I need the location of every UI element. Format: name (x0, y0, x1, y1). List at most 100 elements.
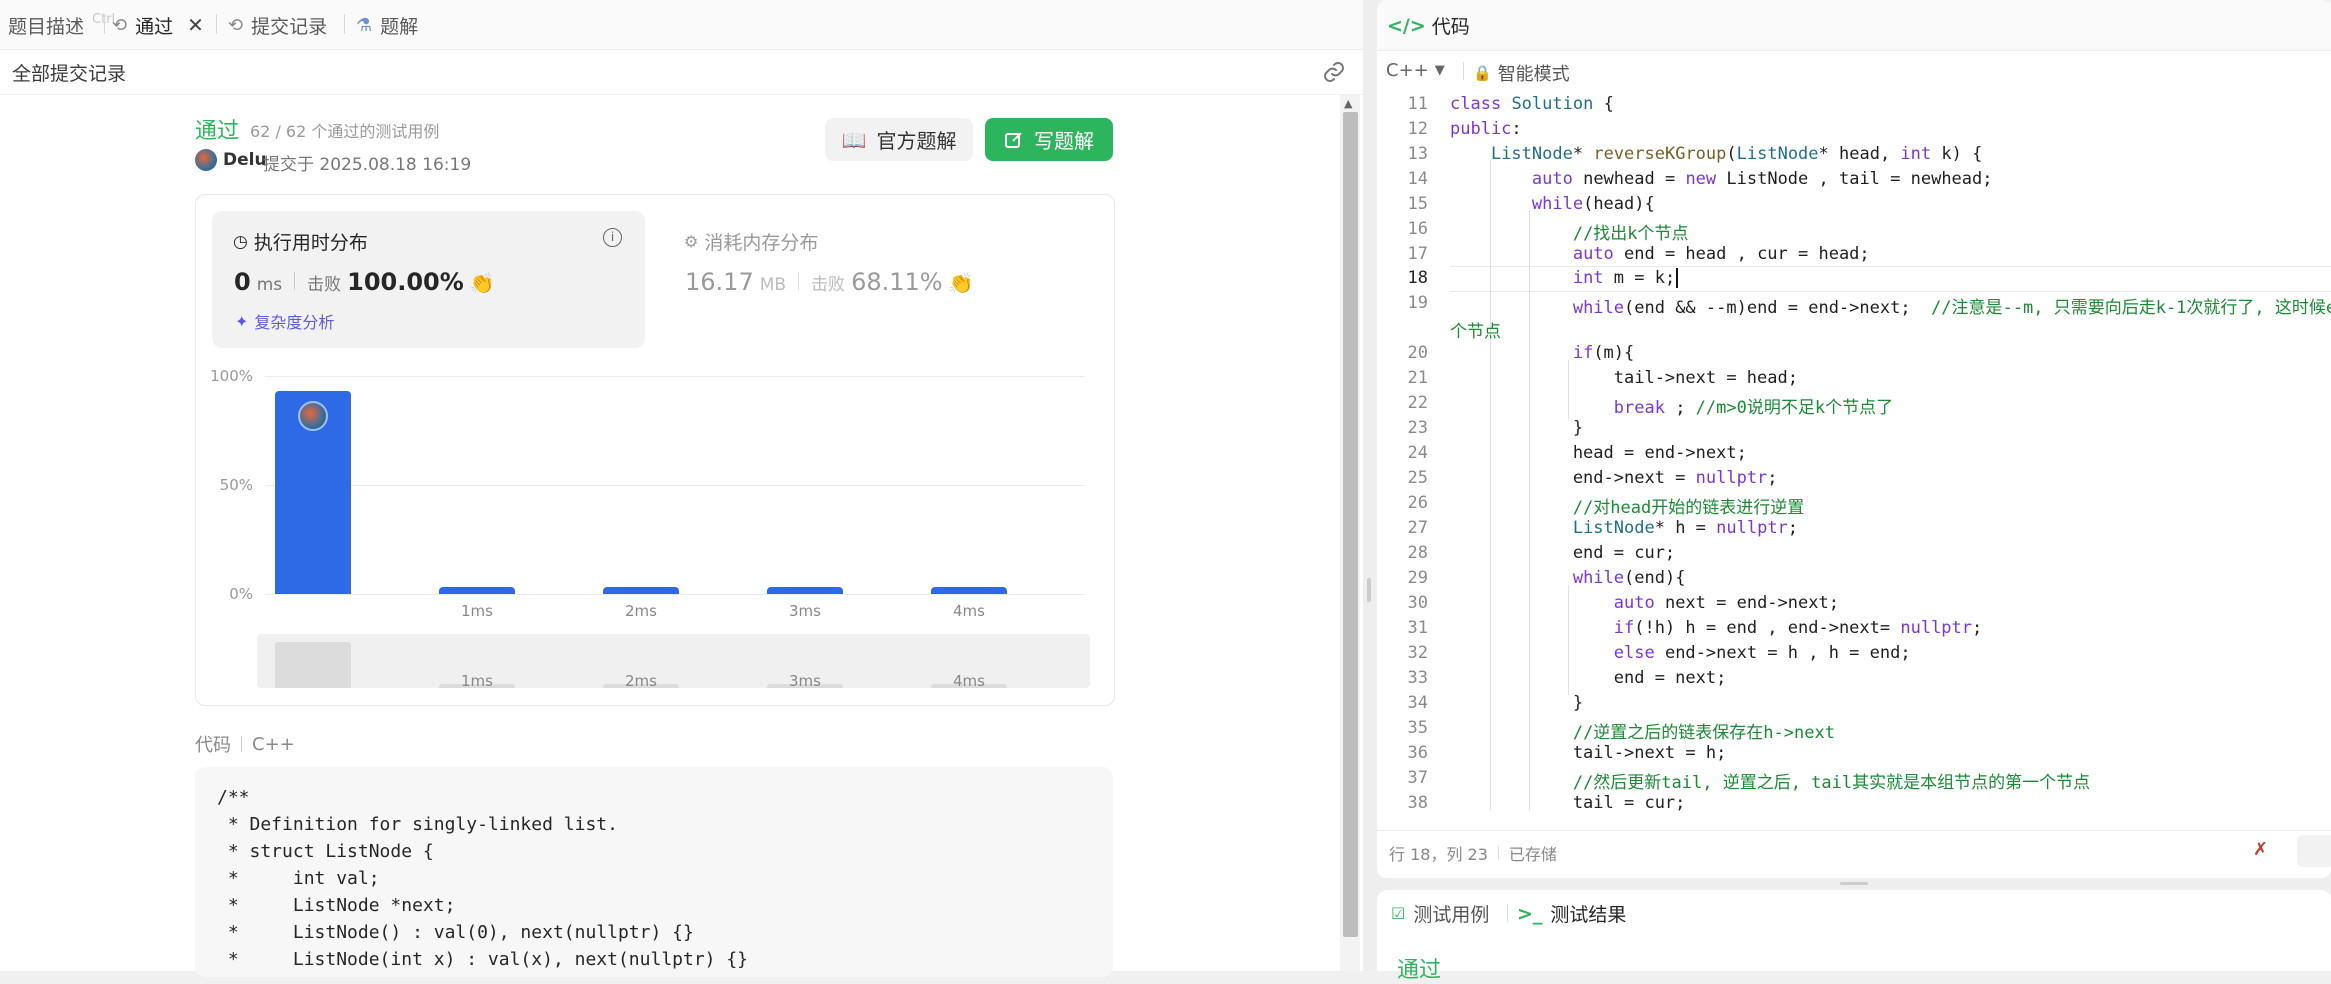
line-number: 22 (1407, 393, 1428, 413)
code-line-20[interactable]: if(m){ (1450, 343, 1634, 363)
line-number: 21 (1407, 368, 1428, 388)
write-solution-button[interactable]: 写题解 (985, 118, 1113, 161)
code-line-35[interactable]: //逆置之后的链表保存在h->next (1450, 718, 1835, 743)
code-line-24[interactable]: head = end->next; (1450, 443, 1747, 463)
tab-separator (104, 14, 105, 34)
code-line-17[interactable]: auto end = head , cur = head; (1450, 244, 1870, 264)
code-line-14[interactable]: auto newhead = new ListNode , tail = new… (1450, 169, 1993, 189)
edit-icon (1005, 131, 1022, 148)
chart-x-tick: 4ms (953, 602, 985, 620)
memory-title[interactable]: ⚙ 消耗内存分布 (684, 228, 818, 255)
horizontal-resize-handle[interactable] (1377, 878, 2331, 890)
link-icon[interactable] (1322, 60, 1346, 84)
code-line-28[interactable]: end = cur; (1450, 543, 1675, 563)
clock-icon: ◷ (233, 231, 248, 252)
chart-bar[interactable] (767, 587, 843, 594)
clap-icon: 👏 (948, 271, 974, 295)
code-line-19[interactable]: while(end && --m)end = end->next; //注意是-… (1450, 293, 2331, 318)
divider (798, 272, 800, 290)
chart-bar[interactable] (439, 587, 515, 594)
line-number: 33 (1407, 668, 1428, 688)
code-line-22[interactable]: break ; //m>0说明不足k个节点了 (1450, 393, 1893, 418)
tab-accepted[interactable]: ⟲ 通过 ✕ (112, 10, 204, 40)
line-number: 23 (1407, 418, 1428, 438)
drag-grip[interactable] (1840, 882, 1868, 885)
chart-bar[interactable] (603, 587, 679, 594)
code-line-18[interactable]: int m = k; (1450, 268, 1679, 288)
info-icon[interactable]: i (603, 228, 622, 247)
username[interactable]: Delu (223, 150, 267, 170)
console-panel: ☑ 测试用例 >_ 测试结果 通过 (1377, 890, 2331, 983)
line-number: 16 (1407, 219, 1428, 239)
memory-unit: MB (759, 275, 787, 295)
code-line-34[interactable]: } (1450, 693, 1583, 713)
submitted-code-block[interactable]: /** * Definition for singly-linked list.… (195, 767, 1113, 977)
mode-label: 智能模式 (1497, 64, 1570, 85)
chart-bar[interactable] (931, 587, 1007, 594)
divider (241, 736, 242, 752)
language-value: C++ (1386, 60, 1429, 81)
line-number: 26 (1407, 493, 1428, 513)
line-number: 15 (1407, 194, 1428, 214)
tab-submissions[interactable]: ⟲ 提交记录 (228, 10, 327, 40)
history-icon: ⟲ (228, 14, 244, 36)
scroll-up-arrow[interactable]: ▲ (1344, 97, 1352, 110)
code-line-37[interactable]: //然后更新tail, 逆置之后, tail其实就是本组节点的第一个节点 (1450, 768, 2090, 793)
code-line-13[interactable]: ListNode* reverseKGroup(ListNode* head, … (1450, 144, 1982, 164)
code-line-15[interactable]: while(head){ (1450, 194, 1655, 214)
code-section-header: 代码 C++ (195, 731, 295, 757)
code-line-11[interactable]: class Solution { (1450, 94, 1614, 114)
all-submissions-link[interactable]: 全部提交记录 (12, 59, 126, 86)
clap-icon: 👏 (469, 271, 495, 295)
runtime-title-text: 执行用时分布 (253, 232, 368, 254)
code-line-27[interactable]: ListNode* h = nullptr; (1450, 518, 1798, 538)
language-select[interactable]: C++ ▼ (1386, 60, 1445, 81)
line-number: 19 (1407, 293, 1428, 313)
chart-x-tick: 1ms (461, 602, 493, 620)
avatar[interactable] (195, 149, 217, 171)
code-line-12[interactable]: public: (1450, 119, 1522, 139)
code-preview-line: * int val; (217, 868, 380, 889)
official-solution-button[interactable]: 📖 官方题解 (825, 118, 973, 161)
run-button[interactable] (2297, 835, 2331, 867)
navigator-label: 2ms (625, 672, 657, 690)
button-label: 写题解 (1034, 129, 1094, 153)
line-number: 37 (1407, 768, 1428, 788)
tab-label: 题解 (380, 15, 419, 38)
ai-assist-icon[interactable]: ✗ (2253, 839, 2268, 860)
code-line-16[interactable]: //找出k个节点 (1450, 219, 1689, 244)
panel-resize-handle[interactable] (1363, 0, 1377, 971)
code-line-36[interactable]: tail->next = h; (1450, 743, 1727, 763)
line-number: 35 (1407, 718, 1428, 738)
runtime-beats: 100.00% (347, 268, 464, 296)
code-line-29[interactable]: while(end){ (1450, 568, 1686, 588)
code-line-30[interactable]: auto next = end->next; (1450, 593, 1839, 613)
code-line-23[interactable]: } (1450, 418, 1583, 438)
chip-icon: ⚙ (684, 232, 699, 251)
tab-description[interactable]: 题目描述 Ctrl (8, 10, 115, 40)
code-line-26[interactable]: //对head开始的链表进行逆置 (1450, 493, 1804, 518)
code-line-33[interactable]: end = next; (1450, 668, 1727, 688)
complexity-analysis-link[interactable]: ✦ 复杂度分析 (235, 309, 334, 333)
code-line-38[interactable]: tail = cur; (1450, 793, 1686, 813)
close-icon[interactable]: ✕ (187, 13, 204, 37)
left-scrollbar-thumb[interactable] (1343, 112, 1358, 937)
drag-grip[interactable] (1367, 578, 1371, 602)
code-line-32[interactable]: else end->next = h , h = end; (1450, 643, 1911, 663)
code-line-21[interactable]: tail->next = head; (1450, 368, 1798, 388)
history-icon: ⟲ (112, 14, 128, 36)
lock-icon: 🔒 (1473, 64, 1492, 82)
smart-mode-toggle[interactable]: 🔒 智能模式 (1473, 60, 1570, 86)
tab-testcase[interactable]: ☑ 测试用例 (1391, 900, 1489, 927)
code-line-31[interactable]: if(!h) h = end , end->next= nullptr; (1450, 618, 1983, 638)
tab-test-result[interactable]: >_ 测试结果 (1517, 900, 1626, 927)
code-line-25[interactable]: end->next = nullptr; (1450, 468, 1778, 488)
line-number: 28 (1407, 543, 1428, 563)
code-icon: </> (1387, 14, 1426, 37)
submissions-subbar: 全部提交记录 (0, 50, 1363, 95)
tab-label: 测试用例 (1413, 904, 1490, 926)
tab-solutions[interactable]: ⚗ 题解 (356, 10, 418, 40)
code-line-19-wrap[interactable]: 个节点 (1450, 317, 1501, 342)
tab-label: 题目描述 (8, 15, 85, 38)
tab-label: 提交记录 (251, 15, 328, 38)
